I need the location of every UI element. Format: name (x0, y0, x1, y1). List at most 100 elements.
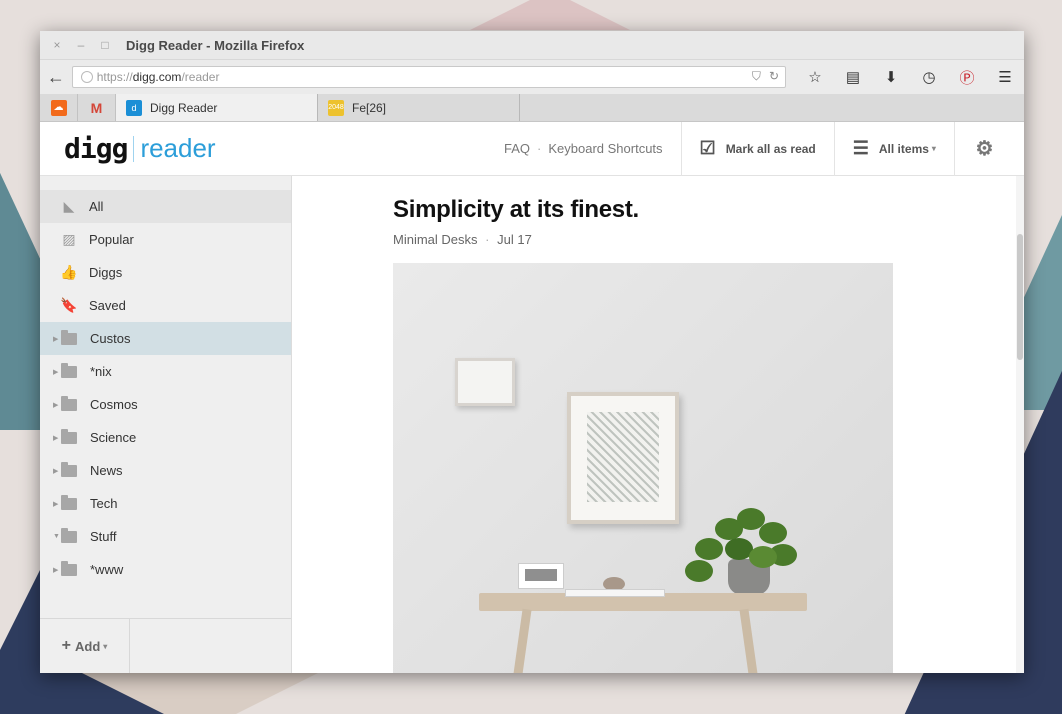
article-title[interactable]: Simplicity at its finest. (393, 196, 893, 224)
sidebar-item-all[interactable]: ◣ All (40, 190, 291, 223)
folder-icon (61, 461, 77, 477)
scrollbar-thumb[interactable] (1017, 234, 1023, 360)
window-title: Digg Reader - Mozilla Firefox (126, 37, 305, 53)
pinned-tab-soundcloud[interactable]: ☁ (40, 94, 78, 121)
sidebar-item-diggs[interactable]: 👍 Diggs (40, 256, 291, 289)
sidebar-folder-www[interactable]: ▶ *www (40, 553, 291, 586)
article-source[interactable]: Minimal Desks (393, 232, 478, 247)
sidebar-item-label: Diggs (89, 265, 123, 280)
article-image[interactable] (393, 263, 893, 673)
folder-icon (61, 362, 77, 378)
bookmark-icon: 🔖 (60, 297, 78, 313)
keyboard-shortcuts-link[interactable]: Keyboard Shortcuts (548, 141, 662, 156)
digg-reader-logo[interactable]: digg reader (64, 132, 504, 165)
folder-icon (61, 395, 77, 411)
expand-arrow-icon[interactable]: ▶ (53, 401, 58, 409)
soundcloud-icon: ☁ (50, 99, 67, 116)
sidebar-item-label: Cosmos (90, 397, 138, 412)
pocket-icon[interactable]: ⛉ (752, 69, 761, 84)
menu-icon[interactable]: ☰ (986, 68, 1024, 86)
minimize-window-button[interactable]: – (74, 38, 88, 52)
sidebar-item-label: Popular (89, 232, 134, 247)
navigation-bar: ← https://digg.com/reader ⛉ ↻ ☆ ▤ ⬇ ◷ Ⓟ … (40, 60, 1024, 94)
checkbox-icon: ☑ (699, 138, 716, 158)
expand-arrow-icon[interactable]: ▶ (53, 434, 58, 442)
url-bar[interactable]: https://digg.com/reader ⛉ ↻ (71, 66, 786, 88)
folder-icon (61, 494, 77, 510)
article-date: Jul 17 (497, 232, 532, 247)
sidebar-item-popular[interactable]: ▨ Popular (40, 223, 291, 256)
add-label: Add (75, 638, 101, 654)
article-pane: Simplicity at its finest. Minimal Desks … (292, 176, 1024, 673)
sidebar-item-label: News (90, 463, 123, 478)
thumb-icon: 👍 (60, 264, 78, 280)
sidebar-folder-stuff[interactable]: ▼ Stuff (40, 520, 291, 553)
folder-icon (61, 329, 77, 345)
url-scheme: https:// (96, 70, 133, 84)
sidebar-item-label: Saved (89, 298, 126, 313)
tab-strip: ☁ M d Digg Reader 2048 Fe[26] (40, 94, 1024, 122)
add-feed-button[interactable]: + Add ▾ (40, 619, 130, 673)
logo-digg-text: digg (64, 132, 128, 165)
maximize-window-button[interactable]: □ (98, 38, 112, 52)
chevron-down-icon: ▾ (103, 641, 108, 651)
game-2048-favicon-icon: 2048 (328, 99, 344, 116)
expand-arrow-icon[interactable]: ▶ (53, 500, 58, 508)
expand-arrow-icon[interactable]: ▶ (53, 335, 58, 343)
article-meta: Minimal Desks · Jul 17 (393, 232, 893, 247)
plus-icon: + (61, 637, 72, 654)
expand-arrow-icon[interactable]: ▶ (53, 566, 58, 574)
expand-arrow-icon[interactable]: ▶ (53, 368, 58, 376)
folder-icon (61, 428, 77, 444)
chart-icon: ▨ (62, 231, 76, 247)
reload-icon[interactable]: ↻ (769, 69, 779, 84)
sidebar-folder-nix[interactable]: ▶ *nix (40, 355, 291, 388)
star-icon[interactable]: ☆ (796, 68, 834, 86)
scrollbar[interactable] (1016, 176, 1024, 673)
url-path: /reader (181, 70, 220, 84)
article: Simplicity at its finest. Minimal Desks … (393, 196, 893, 673)
sidebar-item-label: Tech (90, 496, 118, 511)
url-host: digg.com (132, 70, 182, 84)
sidebar-item-saved[interactable]: 🔖 Saved (40, 289, 291, 322)
sidebar-folder-custos[interactable]: ▶ Custos (40, 322, 291, 355)
tab-label: Digg Reader (150, 100, 218, 115)
browser-window: × – □ Digg Reader - Mozilla Firefox ← ht… (40, 31, 1024, 673)
download-icon[interactable]: ⬇ (872, 68, 910, 86)
back-arrow-icon: ← (46, 66, 65, 87)
pinterest-icon[interactable]: Ⓟ (948, 67, 986, 88)
all-items-dropdown[interactable]: ☰ All items ▾ (833, 121, 954, 176)
sidebar-folder-tech[interactable]: ▶ Tech (40, 487, 291, 520)
history-icon[interactable]: ◷ (910, 68, 948, 86)
faq-link[interactable]: FAQ (504, 141, 530, 156)
chevron-down-icon: ▾ (931, 144, 936, 153)
close-window-button[interactable]: × (50, 38, 64, 52)
list-icon: ☰ (852, 138, 869, 158)
collapse-arrow-icon[interactable]: ▼ (53, 533, 60, 540)
sidebar-folder-news[interactable]: ▶ News (40, 454, 291, 487)
sidebar-folder-science[interactable]: ▶ Science (40, 421, 291, 454)
pinned-tab-gmail[interactable]: M (78, 94, 116, 121)
sidebar-item-label: *nix (90, 364, 112, 379)
all-items-label: All items (878, 141, 929, 156)
tab-label: Fe[26] (352, 100, 387, 115)
meta-separator: · (485, 232, 490, 247)
tab-fe26[interactable]: 2048 Fe[26] (318, 94, 520, 121)
settings-button[interactable]: ⚙ (953, 121, 1014, 176)
link-separator: · (537, 141, 542, 156)
rss-icon: ◣ (63, 198, 75, 214)
gear-icon: ⚙ (975, 138, 994, 160)
sidebar-footer: + Add ▾ (40, 618, 291, 673)
digg-reader-header: digg reader FAQ · Keyboard Shortcuts ☑ M… (40, 121, 1024, 176)
sidebar-item-label: Stuff (90, 529, 117, 544)
tab-digg-reader[interactable]: d Digg Reader (116, 94, 318, 121)
reading-list-icon[interactable]: ▤ (834, 68, 872, 86)
sidebar-folder-cosmos[interactable]: ▶ Cosmos (40, 388, 291, 421)
back-button[interactable]: ← (40, 67, 72, 88)
mark-all-read-label: Mark all as read (725, 141, 816, 156)
open-folder-icon (61, 527, 77, 543)
mark-all-read-button[interactable]: ☑ Mark all as read (680, 121, 834, 176)
gmail-icon: M (90, 99, 103, 116)
expand-arrow-icon[interactable]: ▶ (53, 467, 58, 475)
sidebar: ◣ All ▨ Popular 👍 Diggs 🔖 Saved ▶ Custos… (40, 176, 292, 673)
